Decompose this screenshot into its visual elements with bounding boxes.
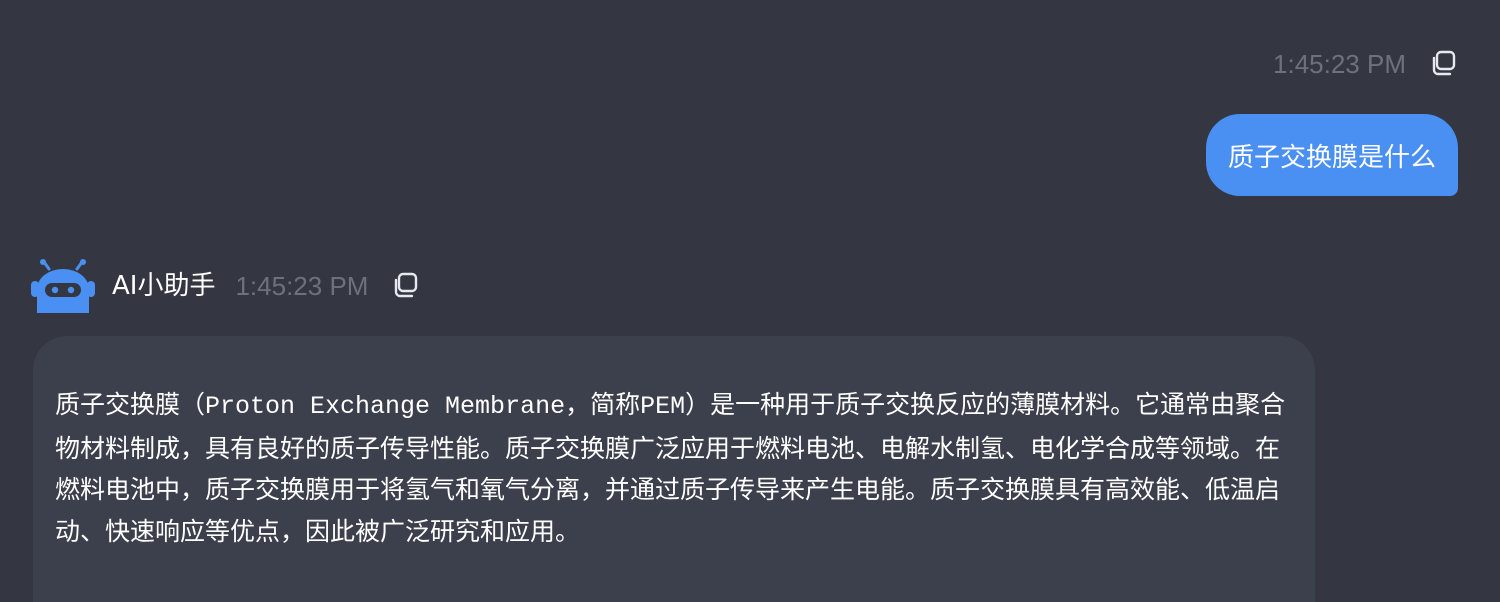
bot-text-part1: 质子交换膜（ <box>55 390 206 419</box>
bot-text-part2: ，简称 <box>565 390 641 419</box>
copy-icon-svg <box>1432 50 1456 76</box>
user-message-text: 质子交换膜是什么 <box>1227 142 1436 173</box>
copy-icon-svg <box>395 272 418 298</box>
user-message-bubble: 质子交换膜是什么 <box>1205 114 1458 196</box>
bot-name: AI小助手 <box>112 271 216 301</box>
bot-text-term: Proton Exchange Membrane <box>205 392 566 421</box>
robot-icon <box>30 259 96 313</box>
chat-window: 1:45:23 PM 质子交换膜是什么 AI小助手 1:45:23 PM 质子交… <box>0 0 1500 602</box>
user-message-time: 1:45:23 PM <box>1273 49 1406 79</box>
bot-message-time: 1:45:23 PM <box>235 271 369 301</box>
bot-message-bubble: 质子交换膜（Proton Exchange Membrane，简称PEM）是一种… <box>33 336 1315 602</box>
copy-icon[interactable] <box>390 271 420 301</box>
bot-message-meta: AI小助手 1:45:23 PM <box>30 259 420 313</box>
user-message-meta: 1:45:23 PM <box>1273 46 1458 82</box>
bot-text-abbr: PEM <box>640 392 686 421</box>
robot-icon-svg <box>31 259 95 313</box>
copy-icon[interactable] <box>1428 49 1458 79</box>
bot-message-text: 质子交换膜（Proton Exchange Membrane，简称PEM）是一种… <box>55 384 1293 552</box>
